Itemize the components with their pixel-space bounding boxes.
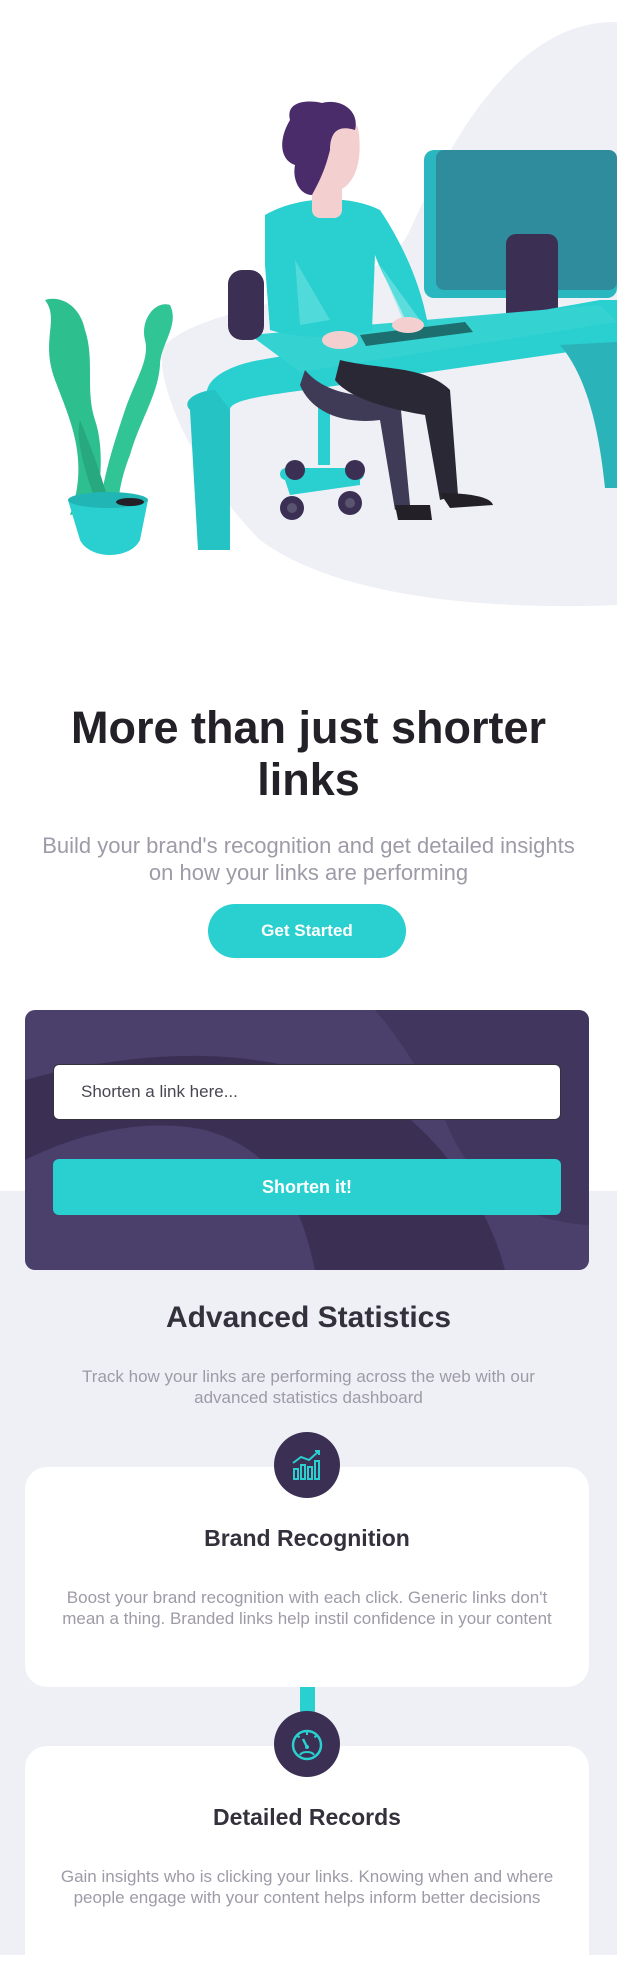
card-text: Boost your brand recognition with each c… — [62, 1588, 552, 1628]
statistics-subtitle: Track how your links are performing acro… — [82, 1367, 535, 1407]
card-title: Brand Recognition — [204, 1525, 410, 1551]
feature-card-detailed-records: Detailed Records Gain insights who is cl… — [25, 1746, 589, 1986]
brand-recognition-icon — [274, 1432, 340, 1498]
hero-subtitle: Build your brand's recognition and get d… — [42, 833, 575, 885]
shorten-form: Shorten it! — [25, 1010, 589, 1270]
feature-card-brand-recognition: Brand Recognition Boost your brand recog… — [25, 1467, 589, 1687]
detailed-records-icon — [274, 1711, 340, 1777]
shorten-background-shapes — [25, 1010, 589, 1270]
shorten-button[interactable]: Shorten it! — [53, 1159, 561, 1215]
statistics-title: Advanced Statistics — [165, 1301, 452, 1334]
hero-title: More than just shorter links — [70, 702, 547, 805]
card-title: Detailed Records — [213, 1804, 401, 1830]
get-started-button[interactable]: Get Started — [208, 904, 406, 958]
hero-illustration — [45, 21, 617, 607]
shorten-link-input[interactable] — [53, 1064, 561, 1120]
card-text: Gain insights who is clicking your links… — [60, 1867, 554, 1907]
